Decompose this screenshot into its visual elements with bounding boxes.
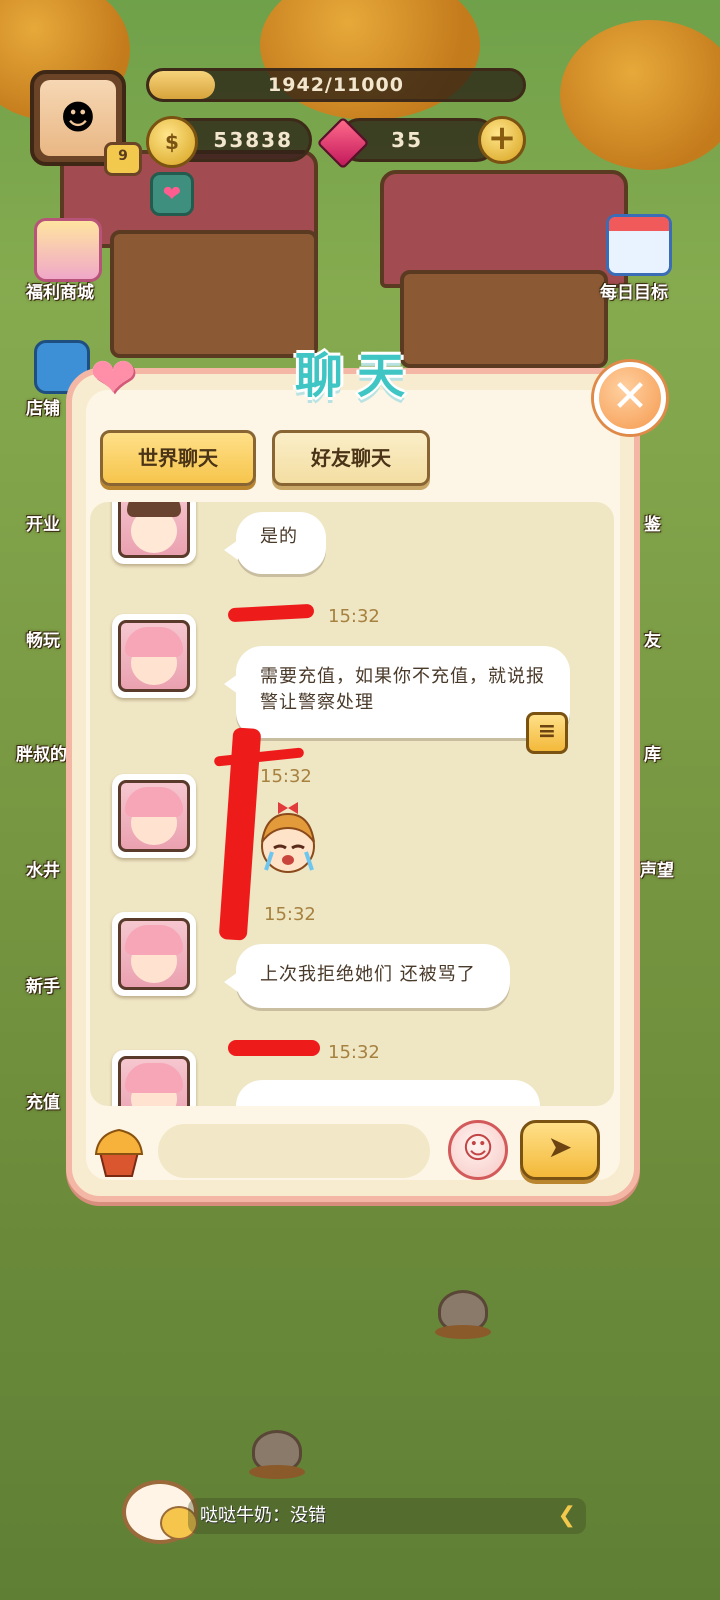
side-item-reputation[interactable]: 声望 bbox=[640, 856, 674, 881]
message-bubble[interactable]: 上次我拒绝她们 还被骂了 bbox=[224, 944, 510, 1008]
side-item-recharge[interactable]: 充值 bbox=[26, 1088, 60, 1113]
heart-icon[interactable]: ❤ bbox=[150, 172, 194, 216]
avatar-portrait bbox=[118, 780, 190, 852]
tree bbox=[260, 0, 480, 120]
avatar-portrait bbox=[118, 620, 190, 692]
gem-amount: 35 bbox=[391, 128, 423, 152]
message-time: 15:32 bbox=[328, 606, 380, 627]
brown-hair-avatar[interactable] bbox=[112, 502, 196, 564]
message-list[interactable]: 是的 15:32 需要充值，如果你不充值，就说报警让警察处理 ≡ 15:32 1… bbox=[90, 502, 614, 1106]
side-item-open[interactable]: 开业 bbox=[26, 510, 60, 535]
world-chat-icon[interactable] bbox=[122, 1480, 198, 1544]
chevron-left-icon[interactable]: ❮ bbox=[558, 1498, 576, 1534]
avatar-portrait bbox=[118, 918, 190, 990]
chat-title: 聊天 bbox=[294, 348, 419, 404]
pink-cat-avatar[interactable] bbox=[112, 614, 196, 698]
side-item-newbie[interactable]: 新手 bbox=[26, 972, 60, 997]
pink-cat-avatar[interactable] bbox=[112, 912, 196, 996]
tab-world-chat[interactable]: 世界聊天 bbox=[100, 430, 256, 486]
close-button[interactable]: ✕ bbox=[594, 362, 666, 434]
redaction-mark bbox=[228, 1040, 320, 1056]
side-item-collection[interactable]: 鉴 bbox=[644, 510, 661, 535]
cupcake-icon[interactable] bbox=[90, 1122, 148, 1180]
send-button[interactable]: ➤ bbox=[520, 1120, 600, 1180]
ticker-text: 哒哒牛奶：没错 bbox=[200, 1505, 326, 1526]
message-bubble[interactable]: 是的 bbox=[224, 512, 326, 574]
level-badge: 9 bbox=[104, 142, 142, 176]
side-item-warehouse[interactable]: 库 bbox=[644, 740, 661, 765]
avatar-portrait bbox=[118, 502, 190, 558]
side-item-daily-goal[interactable]: 每日目标 bbox=[600, 278, 668, 303]
chat-ticker[interactable]: 哒哒牛奶：没错 ❮ bbox=[188, 1498, 586, 1534]
side-item-uncle[interactable]: 胖叔的 bbox=[16, 740, 67, 765]
chat-input[interactable] bbox=[158, 1124, 430, 1178]
side-item-store[interactable]: 店铺 bbox=[26, 394, 60, 419]
pink-cat-avatar[interactable] bbox=[112, 1050, 196, 1106]
tree bbox=[560, 20, 720, 170]
emoji-button[interactable]: ☺ bbox=[448, 1120, 508, 1180]
message-menu-icon[interactable]: ≡ bbox=[526, 712, 568, 754]
xp-text: 1942/11000 bbox=[268, 74, 404, 96]
mole-decoration[interactable] bbox=[435, 1290, 491, 1339]
side-item-friends[interactable]: 友 bbox=[644, 626, 661, 651]
coin-amount: 53838 bbox=[213, 128, 293, 152]
side-item-welfare-shop[interactable]: 福利商城 bbox=[26, 278, 94, 303]
message-time: 15:32 bbox=[328, 1042, 380, 1063]
message-time: 15:32 bbox=[260, 766, 312, 787]
coin-icon: $ bbox=[146, 116, 198, 168]
tab-friend-chat[interactable]: 好友聊天 bbox=[272, 430, 430, 486]
add-gems-button[interactable]: + bbox=[478, 116, 526, 164]
redaction-mark bbox=[227, 603, 315, 623]
message-bubble[interactable] bbox=[236, 1080, 540, 1106]
chat-input-row: ☺ ➤ bbox=[90, 1116, 614, 1186]
pink-cat-avatar[interactable] bbox=[112, 774, 196, 858]
message-time: 15:32 bbox=[264, 904, 316, 925]
crying-girl-sticker[interactable] bbox=[248, 802, 328, 882]
gift-shop-icon[interactable] bbox=[34, 218, 102, 282]
side-item-play[interactable]: 畅玩 bbox=[26, 626, 60, 651]
heart-decoration-icon: ❤ bbox=[89, 346, 137, 411]
side-item-well[interactable]: 水井 bbox=[26, 856, 60, 881]
message-bubble[interactable]: 需要充值，如果你不充值，就说报警让警察处理 bbox=[224, 646, 570, 738]
xp-bar: 1942/11000 bbox=[146, 68, 526, 102]
calendar-icon[interactable] bbox=[606, 214, 672, 276]
mole-decoration[interactable] bbox=[249, 1430, 305, 1479]
avatar-portrait bbox=[118, 1056, 190, 1106]
